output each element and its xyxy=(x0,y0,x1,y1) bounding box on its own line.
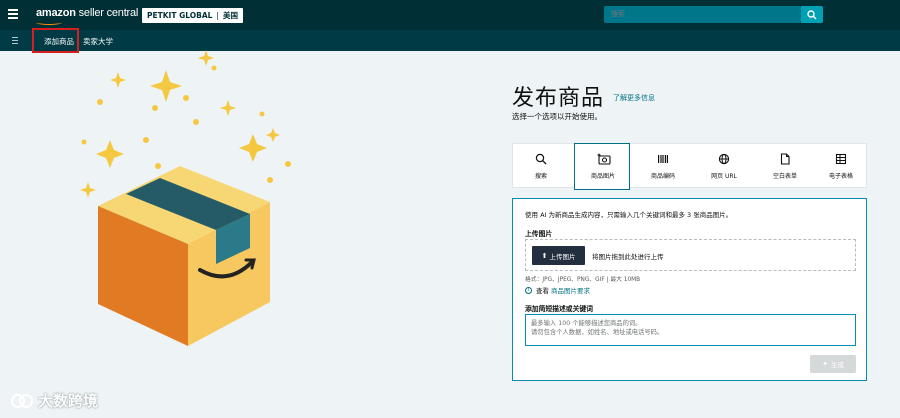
watermark: 大数跨境 xyxy=(10,390,98,411)
search-input[interactable] xyxy=(604,6,801,23)
box-illustration xyxy=(80,50,291,346)
tab-label: 电子表格 xyxy=(828,173,853,180)
hamburger-menu-icon[interactable] xyxy=(8,9,18,19)
keywords-label: 添加简短描述或关键词 xyxy=(525,305,593,313)
globe-icon xyxy=(718,153,730,165)
tab-label: 空白表单 xyxy=(772,173,797,180)
upload-images-button[interactable]: ⬆ 上传图片 xyxy=(532,246,585,265)
tab-label: 商品编码 xyxy=(650,173,675,180)
search-button[interactable] xyxy=(801,6,823,23)
logo-bold: amazon xyxy=(36,7,76,19)
bookmarks-menu-icon[interactable] xyxy=(12,37,18,44)
learn-more-link[interactable]: 了解更多信息 xyxy=(613,93,655,103)
camera-sparkle-icon xyxy=(597,153,611,165)
keywords-placeholder-line-2: 请勿包含个人数据，如姓名、地址或电话号码。 xyxy=(531,329,664,336)
spreadsheet-icon xyxy=(835,153,847,165)
sparkle-icon: ✦ xyxy=(822,360,828,368)
upload-arrow-icon: ⬆ xyxy=(541,251,548,260)
image-drop-zone[interactable]: ⬆ 上传图片 将图片拖到此处进行上传 xyxy=(525,239,856,271)
tab-label: 商品图片 xyxy=(590,173,615,180)
top-navigation-bar: amazon seller central PETKIT GLOBAL | 美国 xyxy=(0,0,900,30)
watermark-logo-icon xyxy=(11,393,33,408)
generate-button[interactable]: ✦ 生成 xyxy=(810,355,856,373)
tab-spreadsheet[interactable]: 电子表格 xyxy=(813,144,869,189)
ai-image-form: 使用 AI 为新商品生成内容，只需输入几个关键词和最多 3 张商品图片。 上传图… xyxy=(512,198,867,381)
search-icon xyxy=(535,153,547,165)
page-title: 发布商品 xyxy=(512,86,605,111)
shipping-box xyxy=(98,166,270,346)
generate-button-label: 生成 xyxy=(830,361,844,369)
tab-search[interactable]: 搜索 xyxy=(513,144,569,189)
tab-blank-form[interactable]: 空白表单 xyxy=(757,144,813,189)
page-subtitle: 选择一个选项以开始使用。 xyxy=(512,112,602,121)
form-description: 使用 AI 为新商品生成内容，只需输入几个关键词和最多 3 张商品图片。 xyxy=(525,211,733,219)
seller-central-logo[interactable]: amazon seller central xyxy=(36,7,138,19)
account-separator: | xyxy=(216,11,219,20)
drop-zone-text: 将图片拖到此处进行上传 xyxy=(592,253,664,261)
account-switcher[interactable]: PETKIT GLOBAL | 美国 xyxy=(142,8,243,23)
account-name: PETKIT GLOBAL xyxy=(147,11,213,20)
tab-web-url[interactable]: 网页 URL xyxy=(696,144,752,189)
listing-method-tabs: 搜索 商品图片 商品编码 网页 URL 空白表单 电子表格 xyxy=(512,143,869,190)
amazon-smile-icon xyxy=(36,20,62,25)
logo-thin: seller central xyxy=(75,7,139,19)
upload-button-label: 上传图片 xyxy=(549,252,576,261)
format-hint: 格式：JPG、JPEG、PNG、GIF | 最大 10MB xyxy=(525,277,641,283)
document-icon xyxy=(780,153,790,165)
image-requirements-row: i 查看 商品图片要求 xyxy=(525,285,590,295)
image-requirements-link[interactable]: 商品图片要求 xyxy=(551,285,590,295)
info-icon: i xyxy=(525,286,532,294)
tab-label: 搜索 xyxy=(534,173,547,180)
view-prefix: 查看 xyxy=(536,287,549,295)
nav-seller-university[interactable]: 卖家大学 xyxy=(83,36,113,47)
tab-product-code[interactable]: 商品编码 xyxy=(635,144,691,189)
tab-product-image[interactable]: 商品图片 xyxy=(574,143,630,190)
account-region: 美国 xyxy=(222,11,238,20)
keywords-placeholder-line-1: 最多输入 100 个能够描述您商品的词。 xyxy=(531,320,642,327)
search-icon xyxy=(807,10,817,20)
tab-label: 网页 URL xyxy=(711,173,737,180)
upload-images-label: 上传图片 xyxy=(525,230,553,238)
watermark-text: 大数跨境 xyxy=(38,392,99,410)
keywords-textarea[interactable]: 最多输入 100 个能够描述您商品的词。 请勿包含个人数据，如姓名、地址或电话号… xyxy=(525,314,856,346)
barcode-icon xyxy=(658,155,668,163)
